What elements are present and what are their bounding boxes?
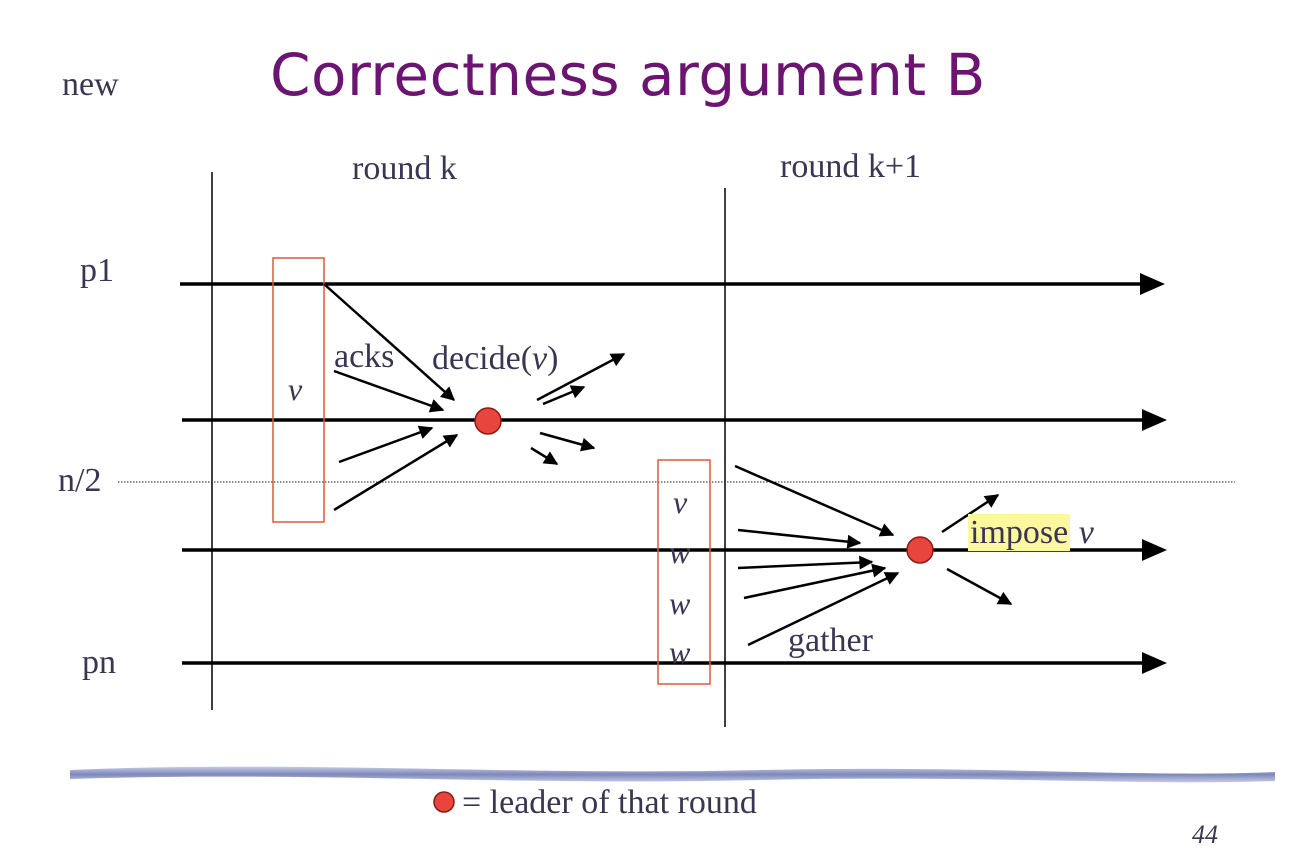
timeline-pn-arrowhead: [1142, 652, 1167, 674]
round-k1-box-value: v: [673, 484, 688, 520]
diagram-canvas: [70, 172, 1275, 813]
decide-text: decide(: [432, 340, 533, 377]
leader-dot-round-k1: [906, 536, 934, 564]
timeline-p3-arrowhead: [1142, 539, 1167, 561]
timeline-p1-arrowhead: [1140, 273, 1165, 295]
threshold-label: n/2: [58, 462, 102, 499]
decide-arrow: [530, 446, 559, 466]
gather-arrows: [734, 464, 900, 647]
legend-text: = leader of that round: [462, 784, 757, 821]
impose-arrow: [946, 567, 1013, 606]
decide-arrow: [542, 385, 586, 406]
impose-text: impose: [968, 514, 1071, 551]
round-k1-box-value: w: [669, 534, 691, 570]
leader-dot-round-k: [474, 407, 502, 435]
page-number: 44: [1192, 820, 1218, 849]
impose-label: impose v: [968, 514, 1094, 551]
decide-value: v: [532, 340, 548, 377]
gather-arrow: [737, 555, 874, 570]
round-k1-box-value: w: [669, 634, 691, 670]
footer-wave: [70, 766, 1275, 783]
round-k1-box-value: w: [669, 585, 691, 621]
ack-arrow: [338, 425, 434, 464]
gather-arrow: [737, 528, 862, 549]
decide-label: decide(v): [432, 342, 558, 376]
decide-arrow: [539, 431, 596, 452]
legend-leader-dot: [433, 791, 455, 813]
round-k-box-value: v: [288, 371, 303, 407]
round-k1-label: round k+1: [780, 148, 921, 185]
slide-tag: new: [62, 66, 119, 103]
ack-arrows: [323, 283, 459, 512]
timeline-p2-arrowhead: [1142, 409, 1167, 431]
process-label-p1: p1: [80, 252, 114, 289]
gather-arrow: [743, 563, 887, 600]
impose-value: v: [1078, 514, 1094, 551]
round-k-label: round k: [352, 150, 457, 187]
ack-arrow: [333, 433, 459, 512]
process-label-pn: pn: [82, 644, 116, 681]
slide: new Correctness argument B round k round…: [0, 0, 1302, 848]
gather-label: gather: [788, 622, 873, 659]
acks-label: acks: [334, 338, 395, 375]
page-title: Correctness argument B: [270, 41, 986, 109]
gather-arrow: [734, 464, 895, 537]
decide-close: ): [547, 340, 559, 377]
